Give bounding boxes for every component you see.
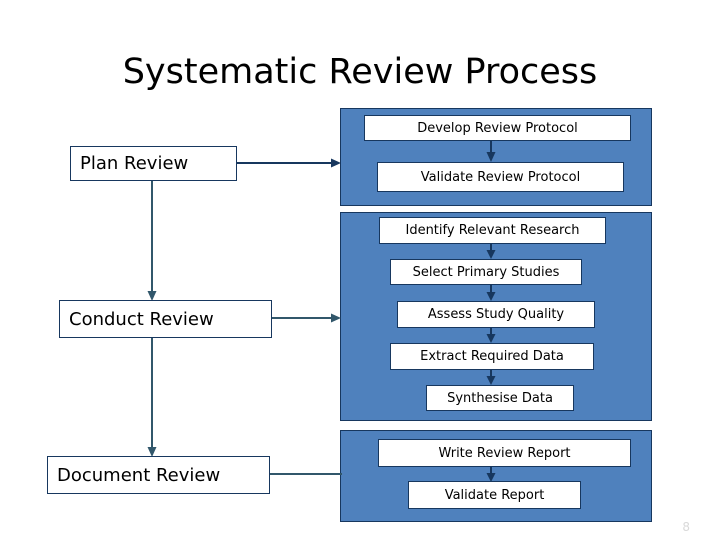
task-box-extract-required-data[interactable]: Extract Required Data bbox=[390, 343, 594, 370]
task-box-synthesise-data[interactable]: Synthesise Data bbox=[426, 385, 574, 411]
task-box-write-review-report[interactable]: Write Review Report bbox=[378, 439, 631, 467]
connector-conduct-to-document bbox=[146, 338, 158, 458]
connector-assess-to-extract bbox=[485, 328, 497, 344]
stage-box-document-review[interactable]: Document Review bbox=[47, 456, 270, 494]
connector-identify-to-select bbox=[485, 244, 497, 260]
slide-canvas: Systematic Review Process Develop Review… bbox=[0, 0, 720, 540]
task-box-select-primary-studies[interactable]: Select Primary Studies bbox=[390, 259, 582, 285]
connector-document-to-panel bbox=[270, 468, 344, 480]
page-title: Systematic Review Process bbox=[122, 52, 598, 92]
stage-box-plan-review[interactable]: Plan Review bbox=[70, 146, 237, 181]
task-box-develop-review-protocol[interactable]: Develop Review Protocol bbox=[364, 115, 631, 141]
task-box-validate-review-protocol[interactable]: Validate Review Protocol bbox=[377, 162, 624, 192]
connector-plan-to-conduct bbox=[146, 180, 158, 302]
task-box-assess-study-quality[interactable]: Assess Study Quality bbox=[397, 301, 595, 328]
stage-box-conduct-review[interactable]: Conduct Review bbox=[59, 300, 272, 338]
task-box-validate-report[interactable]: Validate Report bbox=[408, 481, 581, 509]
connector-extract-to-synthesise bbox=[485, 370, 497, 386]
task-box-identify-relevant-research[interactable]: Identify Relevant Research bbox=[379, 217, 606, 244]
connector-conduct-to-panel bbox=[272, 312, 342, 324]
page-number: 8 bbox=[682, 520, 690, 534]
connector-develop-to-validate-protocol bbox=[485, 141, 497, 163]
connector-select-to-assess bbox=[485, 285, 497, 302]
connector-plan-to-panel bbox=[237, 157, 342, 169]
